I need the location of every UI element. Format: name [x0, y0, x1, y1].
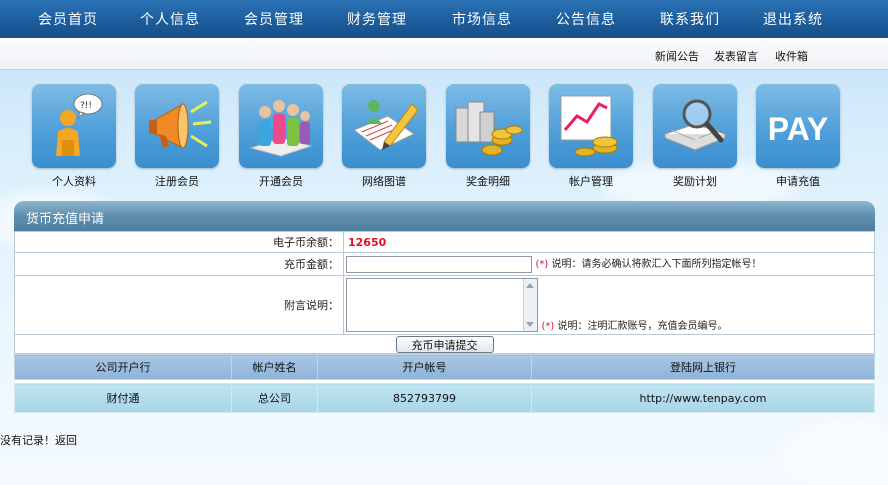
column-header: 公司开户行 — [14, 354, 232, 380]
tile-account-management[interactable] — [549, 84, 633, 168]
tile-label: 网络图谱 — [362, 175, 406, 188]
sub-link-post-message[interactable]: 发表留言 — [714, 48, 758, 64]
remark-note-text: 说明：注明汇款账号，充值会员编号。 — [557, 321, 728, 332]
required-star: (*) — [541, 321, 555, 332]
tile-bonus-detail[interactable] — [446, 84, 530, 168]
tile-apply-recharge[interactable]: PAY — [756, 84, 840, 168]
balance-label: 电子币余额： — [14, 231, 344, 253]
table-header-row: 公司开户行 帐户姓名 开户帐号 登陆网上银行 — [14, 354, 875, 380]
chart-coins-icon — [560, 95, 618, 157]
tile-reward-plan[interactable] — [653, 84, 737, 168]
no-records-message: 没有记录！返回 — [0, 432, 77, 448]
nav-item-personal-info[interactable]: 个人信息 — [140, 9, 200, 29]
tile-label: 帐户管理 — [569, 175, 613, 188]
bank-account-table: 公司开户行 帐户姓名 开户帐号 登陆网上银行 财付通 总公司 852793799… — [14, 354, 875, 413]
amount-note-text: 说明：请务必确认将款汇入下面所列指定帐号！ — [551, 259, 762, 271]
nav-item-logout[interactable]: 退出系统 — [763, 9, 823, 29]
svg-text:PAY: PAY — [768, 111, 828, 147]
tile-label: 注册会员 — [155, 175, 199, 188]
magnifier-book-icon — [663, 99, 727, 151]
nav-item-contact[interactable]: 联系我们 — [660, 9, 720, 29]
recharge-form: 电子币余额： 12650 充币金额： (*) 说明：请务必确认将款汇入下面所列指… — [14, 231, 875, 354]
tile-label: 奖励计划 — [673, 175, 717, 188]
nav-item-member-management[interactable]: 会员管理 — [244, 9, 304, 29]
table-cell: 总公司 — [231, 383, 318, 413]
remark-row: 附言说明： (*) 说明：注明汇款账号，充值会员编号。 — [14, 275, 875, 335]
person-info-icon: ?!! — [56, 93, 103, 156]
remark-label: 附言说明： — [14, 275, 344, 335]
people-group-icon — [249, 100, 313, 157]
amount-note: (*) 说明：请务必确认将款汇入下面所列指定帐号！ — [536, 259, 762, 270]
table-row: 财付通 总公司 852793799 http://www.tenpay.com — [14, 383, 875, 413]
column-header: 帐户姓名 — [231, 354, 318, 380]
tile-register-member[interactable] — [135, 84, 219, 168]
amount-input[interactable] — [346, 255, 532, 273]
no-records-text: 没有记录！ — [0, 434, 55, 447]
table-cell: 财付通 — [14, 383, 232, 413]
required-star: (*) — [535, 259, 549, 271]
panel-header: 货币充值申请 — [14, 201, 875, 231]
submit-button[interactable]: 充币申请提交 — [395, 335, 494, 353]
tile-label: 个人资料 — [52, 175, 96, 188]
coins-icon — [455, 101, 523, 156]
scroll-down-icon[interactable] — [526, 322, 534, 327]
amount-row: 充币金额： (*) 说明：请务必确认将款汇入下面所列指定帐号！ — [14, 252, 875, 276]
table-cell: 852793799 — [317, 383, 532, 413]
panel-title: 货币充值申请 — [26, 212, 105, 227]
nav-item-finance[interactable]: 财务管理 — [347, 9, 407, 29]
balance-value: 12650 — [348, 235, 387, 249]
tile-activate-member[interactable] — [239, 84, 323, 168]
submit-row: 充币申请提交 — [14, 334, 875, 354]
tile-personal-info[interactable]: ?!! — [32, 84, 116, 168]
top-navigation: 会员首页 个人信息 会员管理 财务管理 市场信息 公告信息 联系我们 退出系统 — [0, 0, 888, 38]
tile-label: 开通会员 — [259, 175, 303, 188]
back-link[interactable]: 返回 — [55, 434, 77, 447]
background-cloud — [780, 420, 888, 485]
sub-link-news[interactable]: 新闻公告 — [655, 48, 699, 64]
balance-row: 电子币余额： 12650 — [14, 231, 875, 253]
tile-label: 奖金明细 — [466, 175, 510, 188]
pencil-document-icon — [353, 100, 419, 151]
megaphone-icon — [149, 100, 212, 149]
pay-icon: PAY — [768, 111, 828, 147]
remark-textarea[interactable] — [346, 278, 538, 332]
nav-item-announcements[interactable]: 公告信息 — [556, 9, 616, 29]
sub-link-inbox[interactable]: 收件箱 — [775, 48, 808, 64]
nav-item-home[interactable]: 会员首页 — [38, 9, 98, 29]
sub-navigation: 新闻公告 发表留言 收件箱 — [0, 38, 888, 70]
tile-network-map[interactable] — [342, 84, 426, 168]
remark-note: (*) 说明：注明汇款账号，充值会员编号。 — [542, 321, 728, 332]
column-header: 开户帐号 — [317, 354, 532, 380]
column-header: 登陆网上银行 — [531, 354, 875, 380]
textarea-scrollbar[interactable] — [523, 279, 537, 331]
scroll-up-icon[interactable] — [526, 283, 534, 288]
nav-item-market[interactable]: 市场信息 — [452, 9, 512, 29]
svg-text:?!!: ?!! — [80, 101, 92, 111]
tile-label: 申请充值 — [776, 175, 820, 188]
bank-url-link[interactable]: http://www.tenpay.com — [531, 383, 875, 413]
amount-label: 充币金额： — [14, 252, 344, 276]
